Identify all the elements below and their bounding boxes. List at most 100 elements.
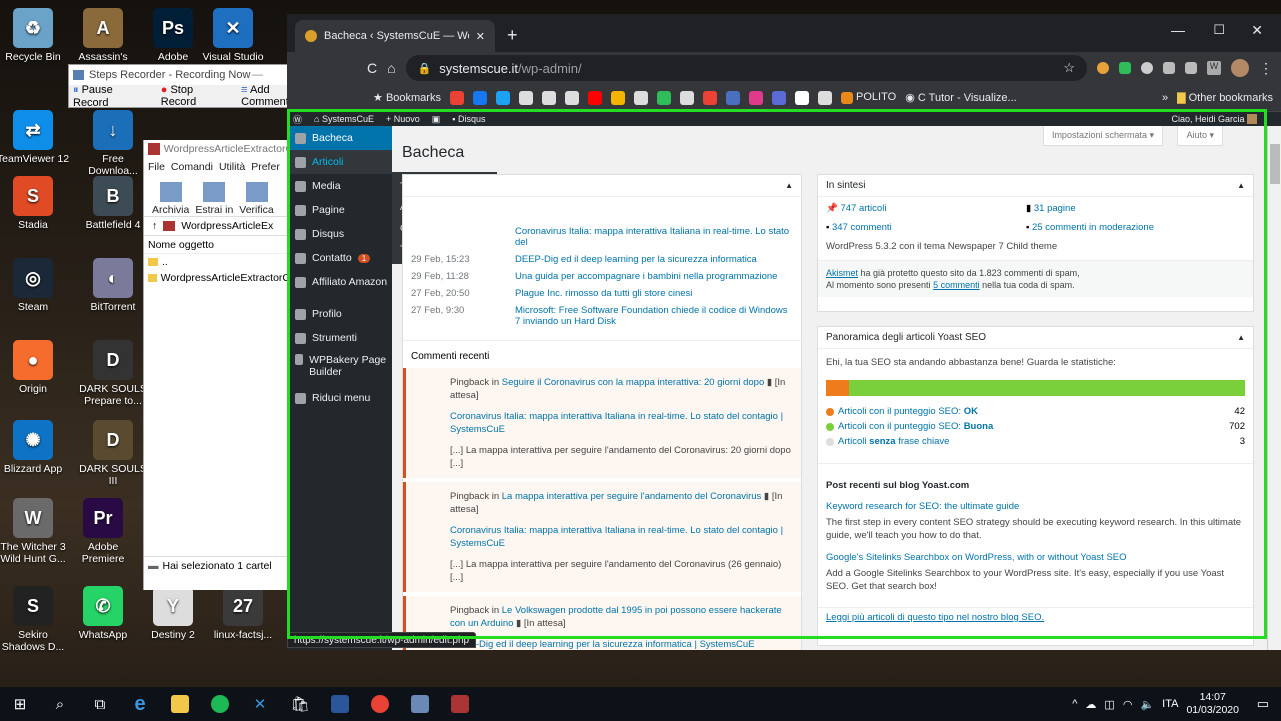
winrar-taskbar-icon[interactable]: [440, 687, 480, 721]
address-bar[interactable]: 🔒 systemscue.it/wp-admin/ ☆: [405, 55, 1087, 81]
wp-menu-wpbakery-page-builder[interactable]: WPBakery Page Builder: [287, 350, 392, 386]
desktop-icon[interactable]: Pr Adobe Premiere: [66, 498, 140, 565]
cloud-icon[interactable]: ☁: [1085, 698, 1096, 711]
network-icon[interactable]: ◫: [1104, 698, 1114, 711]
wp-menu-riduci-menu[interactable]: Riduci menu: [287, 386, 392, 410]
yoast-post-link[interactable]: Keyword research for SEO: the ultimate g…: [818, 499, 1253, 514]
comment-post-link[interactable]: Le Volkswagen prodotte dal 1995 in poi p…: [450, 605, 782, 629]
activity-post-link[interactable]: Coronavirus Italia: mappa interattiva It…: [515, 226, 793, 248]
bookmarks-overflow-icon[interactable]: »: [1162, 92, 1168, 104]
start-button[interactable]: ⊞: [0, 687, 40, 721]
comment-source-link[interactable]: DEEP-Dig ed il deep learning per la sicu…: [450, 638, 793, 650]
spotify-icon[interactable]: [200, 687, 240, 721]
yoast-more-link[interactable]: Leggi più articoli di questo tipo nel no…: [826, 612, 1044, 623]
comment-post-link[interactable]: Seguire il Coronavirus con la mappa inte…: [502, 377, 764, 388]
archive-window[interactable]: WordpressArticleExtractorC File Comandi Ut…: [143, 140, 290, 590]
desktop-icon[interactable]: ♻ Recycle Bin: [0, 8, 70, 63]
desktop-icon[interactable]: Y Destiny 2: [136, 586, 210, 641]
desktop-icon[interactable]: W The Witcher 3 Wild Hunt G...: [0, 498, 70, 565]
archive-tool-button[interactable]: Verifica: [239, 182, 274, 216]
desktop-icon[interactable]: S Sekiro Shadows D...: [0, 586, 70, 653]
volume-icon[interactable]: 🔈: [1140, 698, 1154, 711]
admin-bar-new[interactable]: + Nuovo: [386, 114, 420, 124]
pages-count-link[interactable]: 31 pagine: [1034, 203, 1076, 214]
archive-tool-button[interactable]: Estrai in: [195, 182, 233, 216]
bookmark-favicon-icon[interactable]: [495, 90, 510, 105]
bookmark-favicon-icon[interactable]: [564, 90, 579, 105]
archive-menu-item[interactable]: Prefer: [251, 161, 280, 173]
desktop-icon[interactable]: D DARK SOULS Prepare to...: [76, 340, 150, 407]
desktop-icon[interactable]: ✺ Blizzard App: [0, 420, 70, 475]
search-icon[interactable]: ⌕: [40, 687, 80, 721]
chrome-window[interactable]: Bacheca ‹ SystemsCuE — WordPr ✕ + — ☐ ✕ …: [287, 14, 1281, 650]
admin-bar-site[interactable]: ⌂ SystemsCuE: [314, 114, 374, 124]
activity-box-header[interactable]: ▲: [403, 175, 801, 197]
wp-menu-disqus[interactable]: Disqus: [287, 222, 392, 246]
bookmark-favicon-icon[interactable]: [518, 90, 533, 105]
scrollbar-thumb[interactable]: [1270, 144, 1280, 184]
extension-icon[interactable]: [1141, 62, 1153, 74]
tab-close-icon[interactable]: ✕: [476, 30, 485, 43]
bookmark-favicon-icon[interactable]: [702, 90, 717, 105]
moderation-link[interactable]: 25 commenti in moderazione: [1032, 222, 1154, 233]
wp-menu-media[interactable]: Media: [287, 174, 392, 198]
archive-menu-item[interactable]: File: [148, 161, 165, 173]
comment-source-link[interactable]: Coronavirus Italia: mappa interattiva It…: [450, 410, 793, 436]
comments-count-link[interactable]: 347 commenti: [832, 222, 892, 233]
archive-tool-button[interactable]: Archivia: [152, 182, 189, 216]
desktop-icon[interactable]: ⇄ TeamViewer 12: [0, 110, 70, 165]
bookmark-favicon-icon[interactable]: [817, 90, 832, 105]
bookmark-polito[interactable]: POLITO: [840, 91, 896, 104]
wp-menu-profilo[interactable]: Profilo: [287, 302, 392, 326]
bookmark-ctutor[interactable]: ◉ C Tutor - Visualize...: [905, 91, 1017, 104]
screen-options-button[interactable]: Impostazioni schermata ▾: [1042, 126, 1163, 146]
bookmark-favicon-icon[interactable]: [771, 90, 786, 105]
spam-queue-link[interactable]: 5 commenti: [933, 280, 980, 290]
activity-post-link[interactable]: DEEP-Dig ed il deep learning per la sicu…: [515, 254, 757, 265]
wp-menu-affiliato-amazon[interactable]: Affiliato Amazon: [287, 270, 392, 294]
admin-bar-disqus[interactable]: ▪ Disqus: [452, 114, 485, 124]
archive-titlebar[interactable]: WordpressArticleExtractorC: [144, 140, 290, 158]
bookmark-favicon-icon[interactable]: [587, 90, 602, 105]
admin-bar-plugin-icon[interactable]: ▣: [432, 114, 441, 125]
word-extension-icon[interactable]: W: [1207, 61, 1221, 75]
new-tab-button[interactable]: +: [507, 25, 518, 46]
wp-menu-bacheca[interactable]: Bacheca: [287, 126, 392, 150]
task-view-icon[interactable]: ⧉: [80, 687, 120, 721]
extension-icon[interactable]: [1163, 62, 1175, 74]
archive-path[interactable]: WordpressArticleEx: [181, 220, 273, 232]
stop-record-button[interactable]: ● Stop Record: [161, 84, 231, 108]
collapse-icon[interactable]: ▲: [785, 181, 793, 190]
extension-icon[interactable]: [1185, 62, 1197, 74]
desktop-icon[interactable]: A Assassin's: [66, 8, 140, 63]
bookmarks-button[interactable]: ★ Bookmarks: [373, 91, 441, 104]
archive-menu-item[interactable]: Utilità: [219, 161, 245, 173]
steps-recorder-taskbar-icon[interactable]: [400, 687, 440, 721]
vscode-taskbar-icon[interactable]: ✕: [240, 687, 280, 721]
tab-bacheca[interactable]: Bacheca ‹ SystemsCuE — WordPr ✕: [295, 20, 495, 52]
up-arrow-icon[interactable]: ↑: [152, 220, 157, 232]
tray-overflow-icon[interactable]: ^: [1072, 698, 1077, 710]
wp-menu-articoli[interactable]: Articoli: [287, 150, 392, 174]
desktop-icon[interactable]: ● Origin: [0, 340, 70, 395]
comment-post-link[interactable]: La mappa interattiva per seguire l'andam…: [502, 491, 762, 502]
archive-list-item[interactable]: ..: [144, 254, 290, 270]
wp-menu-pagine[interactable]: Pagine: [287, 198, 392, 222]
archive-menu-item[interactable]: Comandi: [171, 161, 213, 173]
bookmark-favicon-icon[interactable]: [449, 90, 464, 105]
bookmark-favicon-icon[interactable]: [541, 90, 556, 105]
clock[interactable]: 14:07 01/03/2020: [1186, 691, 1239, 717]
help-button[interactable]: Aiuto ▾: [1177, 126, 1223, 146]
collapse-icon[interactable]: ▲: [1237, 333, 1245, 342]
bookmark-favicon-icon[interactable]: [748, 90, 763, 105]
bookmark-favicon-icon[interactable]: [794, 90, 809, 105]
bookmark-favicon-icon[interactable]: [633, 90, 648, 105]
notifications-icon[interactable]: ▭: [1257, 696, 1269, 712]
bookmark-favicon-icon[interactable]: [725, 90, 740, 105]
akismet-link[interactable]: Akismet: [826, 268, 858, 278]
wp-logo-icon[interactable]: Ⓦ: [293, 113, 302, 126]
window-minimize-icon[interactable]: —: [1171, 22, 1185, 38]
other-bookmarks[interactable]: ▇ Other bookmarks: [1177, 91, 1273, 104]
bookmark-favicon-icon[interactable]: [472, 90, 487, 105]
desktop-icon[interactable]: ◐ BitTorrent: [76, 258, 150, 313]
